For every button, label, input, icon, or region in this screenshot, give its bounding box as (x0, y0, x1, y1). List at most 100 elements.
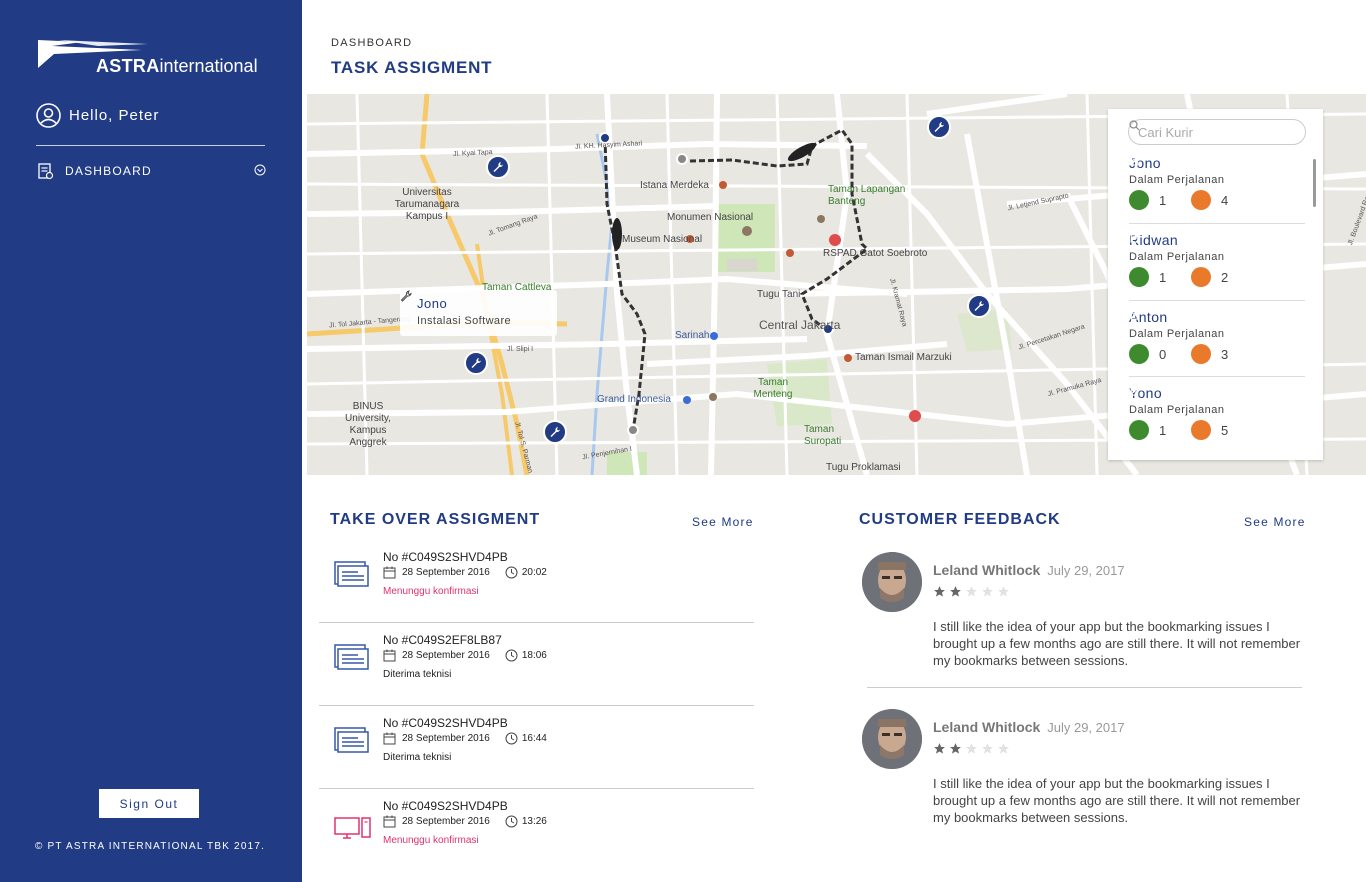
courier-counts: 1 5 (1129, 385, 1305, 440)
feedback-see-more-link[interactable]: See More (1244, 515, 1306, 529)
wrench-icon (493, 162, 503, 172)
user-greeting[interactable]: Hello, Peter (36, 103, 159, 128)
assignment-item[interactable]: No #C049S2SHVD4PB 28 September 2016 16:4… (319, 706, 754, 789)
courier-status: Dalam Perjalanan (1129, 251, 1225, 263)
clock-icon (505, 566, 518, 579)
feedback-text: I still like the idea of your app but th… (933, 619, 1301, 668)
map-label-binus: BINUS University, Kampus Anggrek (345, 401, 391, 448)
assignment-datetime: 28 September 2016 18:06 (383, 649, 547, 662)
astra-logo[interactable]: ASTRAinternational (38, 38, 270, 78)
courier-item[interactable]: Anton Dalam Perjalanan 0 3 (1129, 309, 1305, 377)
courier-counts: 1 4 (1129, 155, 1305, 210)
feedback-author: Leland Whitlock July 29, 2017 (933, 562, 1125, 578)
map-tooltip[interactable]: Jono Instalasi Software (400, 290, 557, 336)
assignment-number: No #C049S2EF8LB87 (383, 633, 502, 647)
map[interactable]: Istana Merdeka Monumen Nasional Museum N… (307, 94, 1366, 475)
star-empty-icon (982, 743, 993, 754)
map-label-sarinah: Sarinah (675, 330, 710, 341)
order-count: 5 (1221, 422, 1229, 438)
assignment-status: Menunggu konfirmasi (383, 586, 479, 597)
map-pin-technician[interactable] (464, 351, 488, 375)
calendar-icon (383, 649, 396, 662)
star-filled-icon (950, 586, 961, 597)
wrench-icon (400, 290, 412, 302)
assignment-item[interactable]: No #C049S2EF8LB87 28 September 2016 18:0… (319, 623, 754, 706)
courier-status: Dalam Perjalanan (1129, 174, 1225, 186)
assignment-status: Diterima teknisi (383, 752, 452, 763)
courier-search[interactable] (1128, 119, 1306, 145)
courier-list-scrollbar[interactable] (1313, 159, 1316, 207)
task-count: 1 (1159, 422, 1167, 438)
assignment-status: Diterima teknisi (383, 669, 452, 680)
assignment-datetime: 28 September 2016 20:02 (383, 566, 547, 579)
feedback-divider (867, 687, 1302, 688)
courier-item[interactable]: Ridwan Dalam Perjalanan 1 2 (1129, 232, 1305, 301)
copyright-text: © PT ASTRA INTERNATIONAL TBK 2017. (35, 841, 266, 852)
task-count-icon (1129, 309, 1149, 364)
map-pin-technician[interactable] (486, 155, 510, 179)
task-count: 1 (1159, 269, 1167, 285)
chevron-down-icon (254, 164, 266, 176)
star-filled-icon (950, 743, 961, 754)
courier-divider (1129, 300, 1305, 301)
rating-stars (933, 585, 1010, 598)
document-icon (1130, 232, 1139, 243)
map-pin-technician[interactable] (543, 420, 567, 444)
sidebar: ASTRAinternational Hello, Peter DASHBOAR… (0, 0, 302, 882)
tooltip-task: Instalasi Software (400, 290, 557, 327)
document-icon (1130, 385, 1139, 396)
feedback-date: July 29, 2017 (1047, 563, 1125, 578)
wrench-icon (471, 358, 481, 368)
map-label-monas: Monumen Nasional (667, 212, 754, 223)
order-count: 4 (1221, 192, 1229, 208)
order-count: 2 (1221, 269, 1229, 285)
map-pin-technician[interactable] (927, 115, 951, 139)
document-icon (334, 561, 369, 587)
map-label-rspad: RSPAD Gatot Soebroto (823, 248, 928, 259)
avatar (862, 552, 922, 612)
feedback-item: Leland Whitlock July 29, 2017 I still li… (862, 552, 1306, 682)
courier-item[interactable]: Jono Dalam Perjalanan 1 4 (1129, 155, 1305, 224)
feedback-title: CUSTOMER FEEDBACK (859, 511, 1061, 528)
courier-status: Dalam Perjalanan (1129, 404, 1225, 416)
courier-counts: 1 2 (1129, 232, 1305, 287)
star-empty-icon (998, 743, 1009, 754)
task-count: 0 (1159, 346, 1167, 362)
order-count-icon (1130, 385, 1211, 440)
courier-search-input[interactable] (1138, 124, 1278, 140)
takeover-title: TAKE OVER ASSIGMENT (330, 511, 541, 528)
task-count-icon (1129, 232, 1149, 287)
clock-icon (505, 732, 518, 745)
assignment-item[interactable]: No #C049S2SHVD4PB 28 September 2016 20:0… (319, 540, 754, 623)
map-label-grand-indonesia: Grand Indonesia (597, 394, 671, 405)
street-label: Jl. Slipi I (507, 346, 534, 353)
sidebar-item-label: DASHBOARD (65, 164, 152, 178)
person-avatar-icon (862, 552, 922, 612)
computer-icon (334, 817, 371, 839)
wrench-icon (934, 122, 944, 132)
map-label-proklamasi: Tugu Proklamasi (826, 462, 901, 473)
star-empty-icon (966, 586, 977, 597)
assignment-date: 28 September 2016 (402, 733, 490, 744)
takeover-see-more-link[interactable]: See More (692, 515, 754, 529)
map-pin-technician[interactable] (967, 294, 991, 318)
assignment-datetime: 28 September 2016 16:44 (383, 732, 547, 745)
assignment-datetime: 28 September 2016 13:26 (383, 815, 547, 828)
wrench-icon (550, 427, 560, 437)
sidebar-item-dashboard[interactable]: DASHBOARD (36, 160, 268, 182)
document-icon (1130, 155, 1139, 166)
search-icon (1129, 120, 1140, 131)
sign-out-button[interactable]: Sign Out (99, 789, 199, 818)
map-label-istana: Istana Merdeka (640, 180, 709, 191)
breadcrumb[interactable]: DASHBOARD (331, 37, 412, 49)
tooltip-task-label: Instalasi Software (417, 315, 512, 327)
calendar-icon (383, 732, 396, 745)
star-filled-icon (934, 743, 945, 754)
courier-status: Dalam Perjalanan (1129, 328, 1225, 340)
document-icon (1130, 309, 1139, 320)
courier-item[interactable]: Yono Dalam Perjalanan 1 5 (1129, 385, 1305, 440)
assignment-item[interactable]: No #C049S2SHVD4PB 28 September 2016 13:2… (319, 789, 754, 859)
order-count-icon (1130, 155, 1211, 210)
courier-counts: 0 3 (1129, 309, 1305, 364)
courier-panel: Jono Dalam Perjalanan 1 4 Ridwan Dalam P… (1108, 109, 1323, 460)
